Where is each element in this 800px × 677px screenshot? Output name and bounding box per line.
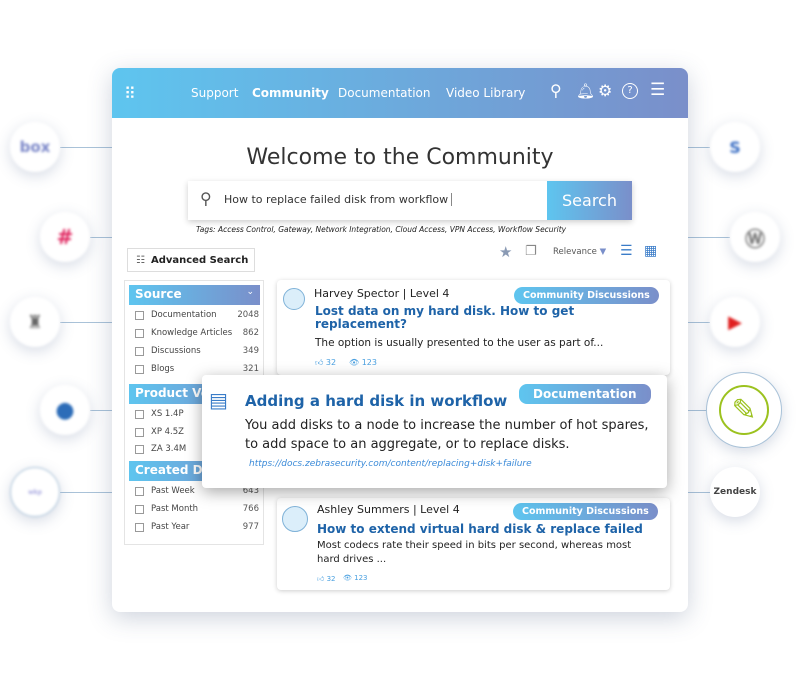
- chevron-down-icon: ⌄: [246, 287, 254, 297]
- sharepoint-logo-icon: S: [710, 122, 760, 172]
- result-snippet: The option is usually presented to the u…: [315, 337, 604, 349]
- thumbs-up-icon: 👍︎: [315, 358, 324, 367]
- views: 👁︎ 123: [349, 358, 377, 367]
- filter-header-source[interactable]: Source ⌄: [129, 285, 260, 305]
- category-badge: Community Discussions: [513, 503, 658, 520]
- advanced-search-label: Advanced Search: [150, 255, 249, 266]
- page-title: Welcome to the Community: [246, 145, 554, 170]
- feather-logo-icon: ✎: [706, 372, 782, 448]
- apps-grid-icon[interactable]: ⠿: [124, 84, 136, 103]
- sliders-icon: ☷: [136, 255, 145, 266]
- youtube-logo-icon: ▶: [710, 297, 760, 347]
- result-title[interactable]: How to extend virtual hard disk & replac…: [317, 522, 643, 536]
- nav-documentation[interactable]: Documentation: [338, 86, 431, 100]
- search-button[interactable]: Search: [547, 181, 632, 220]
- caret-down-icon: ▼: [599, 247, 607, 257]
- result-author: Ashley Summers | Level 4: [317, 503, 460, 516]
- top-nav: ⠿ Support Community Documentation Video …: [112, 68, 688, 118]
- menu-icon[interactable]: ☰: [650, 80, 665, 100]
- likes[interactable]: 👍︎ 32: [315, 358, 336, 368]
- zendesk-logo-icon: Zendesk: [710, 467, 760, 517]
- search-box: ⚲ How to replace failed disk from workfl…: [188, 181, 632, 220]
- nav-support[interactable]: Support: [191, 86, 238, 100]
- workplace-logo-icon: wkp: [10, 467, 60, 517]
- filter-item[interactable]: Past Month 766: [135, 504, 259, 514]
- search-tags: Tags: Access Control, Gateway, Network I…: [196, 225, 567, 234]
- nav-community[interactable]: Community: [252, 86, 329, 100]
- result-card[interactable]: Ashley Summers | Level 4 Community Discu…: [277, 498, 670, 590]
- filter-item[interactable]: Knowledge Articles 862: [135, 328, 259, 338]
- eye-icon: 👁︎: [349, 358, 360, 367]
- wordpress-logo-icon: Ⓦ: [730, 212, 780, 262]
- filter-item[interactable]: Blogs 321: [135, 364, 259, 374]
- thumbs-up-icon: 👍︎: [317, 575, 325, 583]
- category-badge: Documentation: [519, 384, 651, 404]
- eye-icon: 👁︎: [343, 574, 352, 582]
- filter-item[interactable]: Discussions 349: [135, 346, 259, 356]
- search-input[interactable]: How to replace failed disk from workflow: [224, 193, 453, 206]
- likes[interactable]: 👍︎ 32: [317, 574, 335, 583]
- filter-item[interactable]: Past Year 977: [135, 522, 259, 532]
- gear-icon[interactable]: ⚙: [598, 81, 612, 100]
- drupal-logo-icon: ●: [40, 385, 90, 435]
- community-portal: ⠿ Support Community Documentation Video …: [112, 68, 688, 612]
- search-icon: ⚲: [200, 189, 212, 208]
- jenkins-logo-icon: ♜: [10, 297, 60, 347]
- list-view-icon[interactable]: ☰: [620, 243, 633, 259]
- avatar: [282, 506, 308, 532]
- bell-icon[interactable]: 🔔︎: [576, 82, 595, 100]
- category-badge: Community Discussions: [514, 287, 659, 304]
- featured-result-popup[interactable]: ▤ Adding a hard disk in workflow Documen…: [202, 375, 667, 488]
- search-icon[interactable]: ⚲: [550, 81, 562, 100]
- grid-view-icon[interactable]: ▦: [644, 243, 657, 259]
- box-logo-icon: box: [10, 122, 60, 172]
- result-snippet: Most codecs rate their speed in bits per…: [317, 540, 632, 565]
- slack-logo-icon: #: [40, 212, 90, 262]
- sort-label: Relevance: [553, 247, 597, 257]
- result-card[interactable]: Harvey Spector | Level 4 Community Discu…: [277, 280, 670, 375]
- star-icon[interactable]: ★: [499, 243, 512, 261]
- result-title[interactable]: Lost data on my hard disk. How to get re…: [315, 305, 605, 331]
- sort-dropdown[interactable]: Relevance ▼: [553, 247, 606, 257]
- filter-item[interactable]: Documentation 2048: [135, 310, 259, 320]
- views: 👁︎ 123: [343, 574, 368, 582]
- result-snippet: You add disks to a node to increase the …: [245, 418, 649, 452]
- document-icon: ▤: [209, 388, 228, 412]
- result-author: Harvey Spector | Level 4: [314, 287, 450, 300]
- copy-icon[interactable]: ❐: [525, 244, 537, 259]
- advanced-search-button[interactable]: ☷ Advanced Search: [127, 248, 255, 272]
- nav-video-library[interactable]: Video Library: [446, 86, 525, 100]
- help-icon[interactable]: ?: [622, 83, 638, 99]
- result-title[interactable]: Adding a hard disk in workflow: [245, 392, 507, 410]
- result-url[interactable]: https://docs.zebrasecurity.com/content/r…: [249, 459, 532, 469]
- avatar: [283, 288, 305, 310]
